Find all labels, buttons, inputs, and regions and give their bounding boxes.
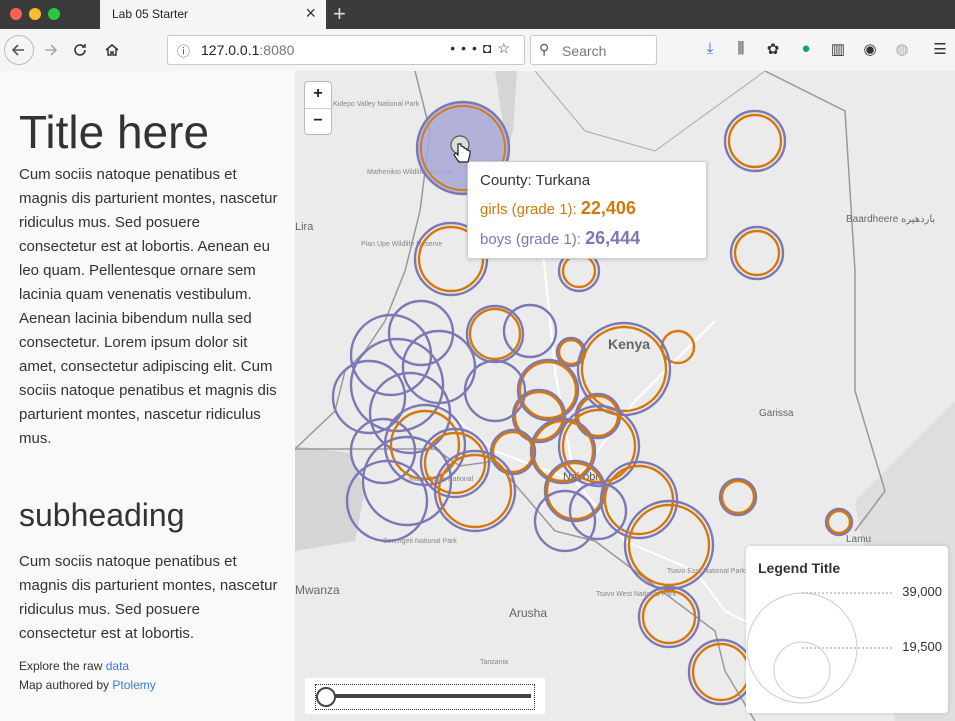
tooltip-county: County: Turkana: [480, 172, 591, 189]
browser-toolbar: ⓘ 127.0.0.1:8080 •••◘☆ ⚲ Search ⤓ ⫼ ✿ ● …: [0, 29, 955, 72]
county-symbol-boys[interactable]: [345, 459, 429, 543]
url-host: 127.0.0.1: [201, 42, 260, 58]
county-symbol-girls[interactable]: [727, 113, 783, 169]
new-tab-icon[interactable]: +: [333, 1, 346, 27]
county-symbol-boys[interactable]: [516, 358, 580, 422]
search-input[interactable]: Search: [562, 43, 606, 59]
county-symbol-girls[interactable]: [641, 589, 697, 645]
window-titlebar: Lab 05 Starter × +: [0, 0, 955, 29]
intro-paragraph: Cum sociis natoque penatibus et magnis d…: [19, 166, 278, 447]
legend-max-label: 39,000: [902, 584, 942, 599]
county-symbol-boys[interactable]: [489, 428, 537, 476]
sub-paragraph: Cum sociis natoque penatibus et magnis d…: [19, 553, 278, 642]
zoom-out-button[interactable]: −: [305, 109, 331, 135]
county-symbol-girls[interactable]: [826, 509, 852, 535]
county-tooltip: County: Turkana girls (grade 1): 22,406 …: [467, 161, 707, 259]
county-symbol-girls[interactable]: [733, 229, 781, 277]
map[interactable]: Kenya Nairobi Garissa Lamu Arusha Mwanza…: [295, 71, 955, 721]
search-icon: ⚲: [539, 41, 550, 57]
county-symbol-girls[interactable]: [660, 329, 696, 365]
page-title: Title here: [19, 106, 210, 158]
county-symbol-boys[interactable]: [729, 225, 785, 281]
legend: Legend Title 39,000 19,500: [746, 546, 948, 713]
ptolemy-link[interactable]: Ptolemy: [112, 678, 155, 692]
password-manager-icon[interactable]: ◉: [860, 40, 880, 58]
legend-mid-label: 19,500: [902, 639, 942, 654]
url-text: 127.0.0.1:8080: [201, 42, 294, 58]
forward-arrow-icon: [45, 44, 58, 56]
extension-palette-icon[interactable]: ✿: [763, 40, 783, 58]
url-bar[interactable]: ⓘ 127.0.0.1:8080 •••◘☆: [167, 35, 525, 65]
info-icon[interactable]: ⓘ: [177, 41, 190, 60]
county-symbol-boys[interactable]: [637, 585, 701, 649]
close-window-button[interactable]: [10, 8, 22, 20]
slider-thumb[interactable]: [316, 687, 336, 707]
pocket-icon[interactable]: ◘: [483, 40, 497, 56]
tab-close-icon[interactable]: ×: [305, 3, 316, 24]
back-arrow-icon: [11, 44, 24, 56]
explore-text: Explore the raw: [19, 659, 106, 673]
explore-line: Explore the raw data: [19, 659, 129, 673]
zoom-control: + −: [304, 81, 332, 135]
zoom-in-button[interactable]: +: [305, 82, 331, 109]
reload-button[interactable]: [66, 36, 94, 64]
county-symbol-boys[interactable]: [723, 109, 787, 173]
tab-title: Lab 05 Starter: [112, 7, 189, 21]
county-symbol-girls[interactable]: [518, 360, 578, 420]
menu-icon[interactable]: ☰: [930, 40, 950, 58]
legend-graphic: [746, 592, 894, 704]
download-icon[interactable]: ⤓: [700, 40, 720, 57]
year-slider[interactable]: [305, 678, 545, 714]
county-symbol-boys[interactable]: [718, 477, 758, 517]
county-symbol-boys[interactable]: [824, 507, 854, 537]
author-line: Map authored by Ptolemy: [19, 678, 156, 692]
subheading: subheading: [19, 497, 185, 533]
tooltip-boys-value: 26,444: [585, 228, 641, 248]
county-symbol-girls[interactable]: [603, 464, 675, 536]
county-symbol-boys[interactable]: [463, 359, 527, 423]
search-bar[interactable]: ⚲ Search: [530, 35, 657, 65]
county-symbol-boys[interactable]: [533, 489, 597, 553]
county-symbol-girls[interactable]: [491, 430, 535, 474]
author-text: Map authored by: [19, 678, 113, 692]
county-symbol-boys[interactable]: [687, 638, 755, 706]
bookmark-star-icon[interactable]: ☆: [497, 40, 516, 56]
pointer-hand-icon: [453, 143, 471, 163]
forward-button[interactable]: [36, 36, 64, 64]
county-symbol-girls[interactable]: [720, 479, 756, 515]
tooltip-girls-label: girls (grade 1):: [480, 201, 581, 218]
more-actions-icon[interactable]: •••: [450, 40, 483, 56]
minimize-window-button[interactable]: [29, 8, 41, 20]
browser-tab[interactable]: Lab 05 Starter ×: [100, 0, 326, 29]
tooltip-boys: boys (grade 1): 26,444: [480, 228, 640, 249]
reload-icon: [74, 44, 86, 56]
county-symbol-boys[interactable]: [502, 303, 558, 359]
sidebar: Title here Cum sociis natoque penatibus …: [0, 71, 295, 721]
home-icon: [105, 44, 119, 56]
sidebar-toggle-icon[interactable]: ▥: [828, 40, 848, 58]
legend-circle-mid: [773, 641, 831, 699]
county-symbol-boys[interactable]: [543, 459, 607, 523]
data-link[interactable]: data: [106, 659, 129, 673]
back-button[interactable]: [4, 35, 34, 65]
url-port: :8080: [259, 42, 295, 58]
tooltip-girls-value: 22,406: [580, 198, 636, 218]
county-symbol-girls[interactable]: [691, 642, 751, 702]
county-symbol-girls[interactable]: [561, 253, 597, 289]
grammarly-icon[interactable]: ●: [796, 40, 816, 57]
county-symbol-boys[interactable]: [387, 299, 455, 367]
slider-track[interactable]: [317, 694, 531, 698]
library-icon[interactable]: ⫼: [731, 40, 751, 57]
tooltip-boys-label: boys (grade 1):: [480, 231, 586, 248]
county-symbol-boys[interactable]: [576, 321, 672, 417]
county-symbol-boys[interactable]: [465, 304, 525, 364]
tooltip-girls: girls (grade 1): 22,406: [480, 198, 636, 219]
home-button[interactable]: [98, 36, 126, 64]
page-actions: •••◘☆: [450, 40, 516, 57]
county-symbol-girls[interactable]: [580, 325, 668, 413]
extension-c-icon[interactable]: ◍: [892, 40, 912, 58]
maximize-window-button[interactable]: [48, 8, 60, 20]
